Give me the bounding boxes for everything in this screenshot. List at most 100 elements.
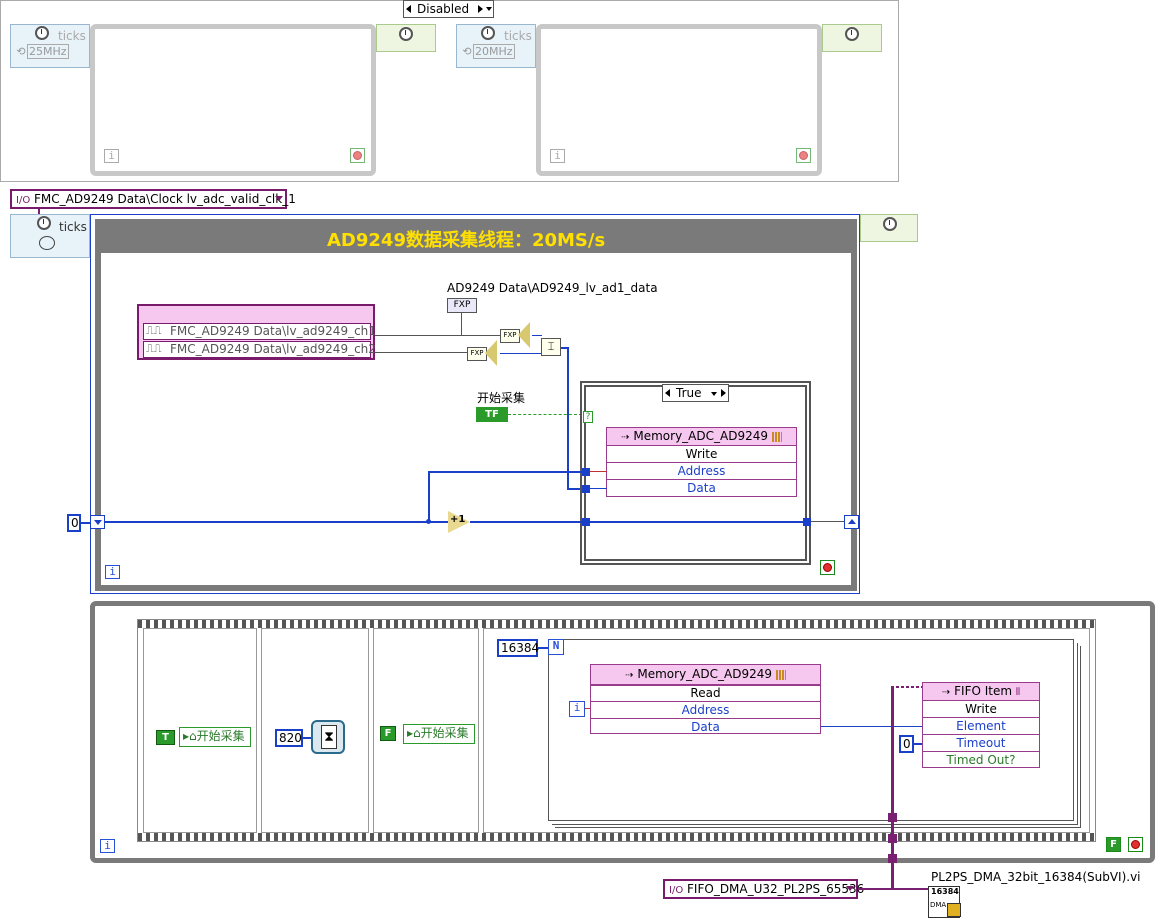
memory-data-row[interactable]: Data <box>591 718 820 736</box>
fifo-timedout-label: Timed Out? <box>946 753 1016 767</box>
fxp-convert-node-2[interactable]: FXP <box>467 340 501 366</box>
convert-triangle-icon <box>485 340 497 366</box>
subvi-label: PL2PS_DMA_32bit_16384(SubVI).vi <box>931 870 1141 884</box>
acq-loop-title-bar: AD9249数据采集线程：20MS/s <box>95 219 857 253</box>
fifo-timedout-row[interactable]: Timed Out? <box>923 751 1039 769</box>
timer-clock-icon <box>481 26 495 40</box>
ch1-wire <box>375 335 501 336</box>
right-timed-loop-output-node[interactable] <box>822 24 882 52</box>
start-property-node-1[interactable]: ▸⌂开始采集 <box>179 727 251 747</box>
memory-address-label: Address <box>681 703 730 717</box>
io-channel-ch1[interactable]: ⎍⎍ FMC_AD9249 Data\lv_ad9249_ch1 <box>143 323 376 340</box>
fifo-ref-wire <box>858 888 928 890</box>
increment-node[interactable]: +1 <box>448 511 470 533</box>
clock-source-indicator: ⟲ 20MHz <box>461 44 531 59</box>
acq-loop-left-rail <box>95 253 101 591</box>
iteration-terminal: i <box>104 149 119 163</box>
tunnel <box>803 518 811 526</box>
subvi-icon[interactable]: 16384 DMA <box>928 886 961 918</box>
tunnel <box>582 518 590 526</box>
start-property-node-2[interactable]: ▸⌂开始采集 <box>403 724 475 744</box>
diagram-disable-selector[interactable]: Disabled <box>403 0 494 18</box>
stop-terminal[interactable] <box>1128 837 1143 852</box>
case-selector-terminal[interactable]: ? <box>583 411 593 423</box>
false-bool-constant[interactable]: F <box>380 726 396 741</box>
fifo-timeout-row[interactable]: Timeout <box>923 734 1039 752</box>
fifo-element-row[interactable]: Element <box>923 717 1039 735</box>
fifo-ref-constant[interactable]: I/O FIFO_DMA_U32_PL2PS_65536 <box>663 879 864 899</box>
timeout-constant[interactable]: 0 <box>899 735 914 753</box>
right-timed-loop-input-node[interactable]: ticks ⟲ 20MHz <box>456 24 536 68</box>
join-numbers-node[interactable]: ⌶ <box>541 338 561 356</box>
fifo-node-header: ⇢ FIFO Item ⫴ <box>923 683 1039 701</box>
stop-terminal[interactable] <box>350 148 365 163</box>
init-constant-value: 0 <box>71 516 79 530</box>
fxp-convert-node-1[interactable]: FXP <box>500 322 534 348</box>
clock-selector-constant[interactable]: I/O FMC_AD9249 Data\Clock lv_adc_valid_c… <box>10 189 296 209</box>
left-timed-loop-input-node[interactable]: ticks ⟲ 25MHz <box>10 24 90 68</box>
property-label: 开始采集 <box>196 729 245 743</box>
stop-terminal[interactable] <box>820 560 835 575</box>
case-selector[interactable]: True <box>662 384 729 402</box>
dropdown-arrow-icon[interactable] <box>711 392 717 396</box>
memory-read-node[interactable]: ⇢ Memory_ADC_AD9249 Read Address Data <box>590 664 821 734</box>
prev-case-arrow-icon[interactable] <box>665 389 670 397</box>
acq-timed-loop-input-node[interactable]: ticks <box>10 214 90 258</box>
init-constant[interactable]: 0 <box>67 514 81 532</box>
prev-case-arrow-icon[interactable] <box>406 5 411 13</box>
fifo-write-node[interactable]: ⇢ FIFO Item ⫴ Write Element Timeout Time… <box>922 682 1040 768</box>
fifo-ref-wire <box>891 686 922 688</box>
memory-data-row[interactable]: Data <box>607 479 796 497</box>
subvi-icon-dma: DMA <box>930 901 947 909</box>
memory-address-row[interactable]: Address <box>607 462 796 480</box>
io-channel-ch2[interactable]: ⎍⎍ FMC_AD9249 Data\lv_ad9249_ch2 <box>143 341 376 358</box>
clock-wave-icon: ⟲ <box>462 45 472 58</box>
dropdown-arrow-icon[interactable] <box>846 886 854 891</box>
dropdown-arrow-icon[interactable] <box>275 196 283 201</box>
left-timed-loop-output-node[interactable] <box>376 24 436 52</box>
fpga-io-node[interactable]: ⎍⎍ FMC_AD9249 Data\lv_ad9249_ch1 ⎍⎍ FMC_… <box>137 304 376 360</box>
shift-register-right[interactable] <box>844 515 859 529</box>
clock-rate-label: 25MHz <box>27 44 69 59</box>
dropdown-arrow-icon[interactable] <box>486 7 492 11</box>
ticks-label: ticks <box>59 220 87 234</box>
counter-wire <box>810 521 844 522</box>
fifo-method-row[interactable]: Write <box>923 700 1039 718</box>
memory-data-label: Data <box>691 720 720 734</box>
memory-address-label: Address <box>677 464 726 478</box>
stop-bool-constant[interactable]: F <box>1106 837 1121 852</box>
stop-terminal[interactable] <box>796 148 811 163</box>
fxp-indicator[interactable]: FXP <box>447 298 477 313</box>
left-timed-loop-frame[interactable]: i <box>90 24 376 176</box>
timer-clock-icon <box>35 26 49 40</box>
next-case-arrow-icon[interactable] <box>721 389 726 397</box>
timer-clock-icon <box>883 217 897 231</box>
start-bool-wire <box>508 414 582 415</box>
shift-register-left[interactable] <box>90 515 105 529</box>
fxp-wire <box>461 313 462 335</box>
for-count-constant[interactable]: 16384 <box>497 639 539 657</box>
acq-timed-loop-output-node[interactable] <box>860 214 918 242</box>
start-bool-terminal[interactable]: TF <box>476 407 508 422</box>
next-case-arrow-icon[interactable] <box>478 5 483 13</box>
count-wire <box>538 647 548 649</box>
tunnel <box>888 813 897 822</box>
counter-wire <box>105 521 448 523</box>
wait-ticks-node[interactable]: ⧗ <box>311 720 345 754</box>
address-branch-wire <box>428 471 430 522</box>
memory-method-row[interactable]: Read <box>591 684 820 702</box>
channel-label: FMC_AD9249 Data\lv_ad9249_ch2 <box>170 342 376 356</box>
counter-wire <box>588 521 807 523</box>
case-structure[interactable]: True ? ⇢ Memory_ADC_AD9249 Write Address… <box>580 381 811 565</box>
io-ref-icon: I/O <box>669 885 684 896</box>
join-icon: ⌶ <box>547 340 555 353</box>
memory-node-header: ⇢ Memory_ADC_AD9249 <box>607 428 796 446</box>
right-timed-loop-frame[interactable]: i <box>536 24 822 176</box>
memory-address-row[interactable]: Address <box>591 701 820 719</box>
counter-wire <box>470 521 585 523</box>
true-bool-constant[interactable]: T <box>156 730 175 745</box>
wait-constant[interactable]: 820 <box>275 729 303 747</box>
clock-rate-label: 20MHz <box>473 44 515 59</box>
memory-method-row[interactable]: Write <box>607 445 796 463</box>
memory-write-node[interactable]: ⇢ Memory_ADC_AD9249 Write Address Data <box>606 427 797 497</box>
